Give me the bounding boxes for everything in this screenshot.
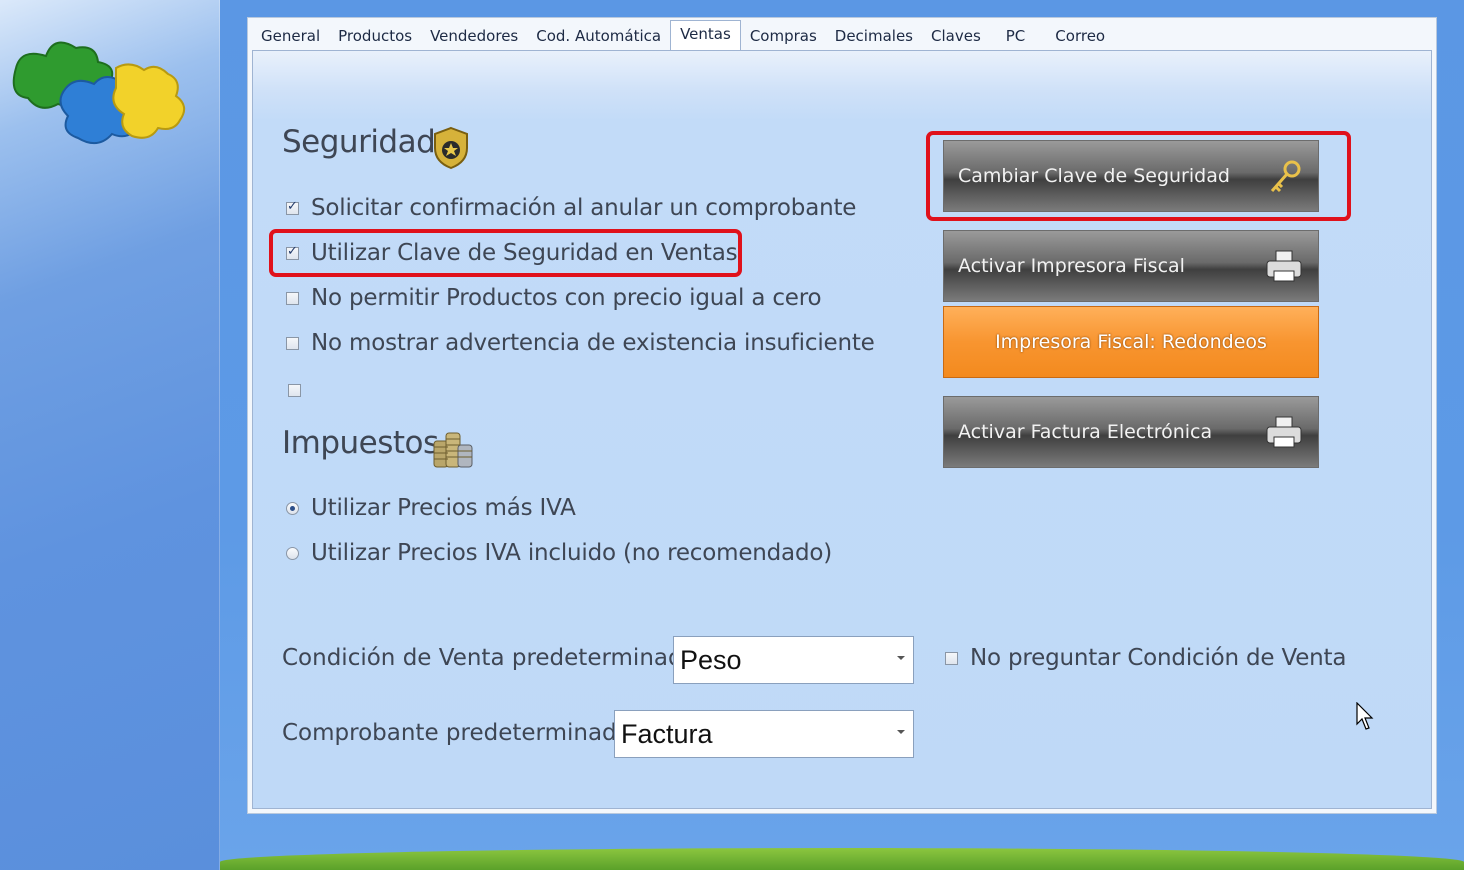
impuestos-heading: Impuestos	[282, 425, 439, 461]
tab-vendedores[interactable]: Vendedores	[421, 24, 527, 51]
chevron-down-icon[interactable]	[897, 730, 905, 734]
activar-factura-electronica-button[interactable]: Activar Factura Electrónica	[943, 396, 1319, 468]
activar-impresora-fiscal-button[interactable]: Activar Impresora Fiscal	[943, 230, 1319, 302]
chevron-down-icon[interactable]	[897, 656, 905, 660]
option-label: No mostrar advertencia de existencia ins…	[311, 330, 875, 356]
option-precio-cero[interactable]: No permitir Productos con precio igual a…	[286, 285, 822, 311]
police-badge-icon	[434, 126, 468, 170]
checkbox[interactable]	[286, 199, 299, 215]
button-label: Activar Factura Electrónica	[958, 421, 1213, 443]
option-unlabeled[interactable]	[288, 384, 313, 397]
tab-cod-automatica[interactable]: Cod. Automática	[527, 24, 670, 51]
seguridad-heading-text: Seguridad	[282, 124, 436, 160]
comprobante-select[interactable]: Factura	[614, 710, 914, 758]
option-label: No preguntar Condición de Venta	[970, 645, 1347, 671]
tab-ventas[interactable]: Ventas	[670, 20, 741, 52]
highlight-clave-seguridad	[269, 229, 742, 277]
select-value: Factura	[621, 718, 713, 749]
mouse-cursor-icon	[1356, 702, 1374, 730]
button-label: Activar Impresora Fiscal	[958, 255, 1185, 277]
checkbox[interactable]	[286, 291, 299, 305]
condicion-venta-select[interactable]: Peso	[673, 636, 914, 684]
comprobante-label: Comprobante predeterminado	[282, 720, 631, 746]
radio-button[interactable]	[286, 546, 299, 560]
checkbox[interactable]	[288, 384, 301, 397]
puzzle-logo-icon	[12, 41, 186, 145]
checkbox[interactable]	[286, 336, 299, 350]
impuestos-heading-text: Impuestos	[282, 425, 439, 461]
printer-icon	[1266, 250, 1302, 282]
option-precios-iva-incluido[interactable]: Utilizar Precios IVA incluido (no recome…	[286, 540, 832, 566]
tab-productos[interactable]: Productos	[329, 24, 421, 51]
option-label: No permitir Productos con precio igual a…	[311, 285, 822, 311]
condicion-venta-label: Condición de Venta predeterminada	[282, 645, 697, 671]
tab-general[interactable]: General	[252, 24, 329, 51]
option-precios-mas-iva[interactable]: Utilizar Precios más IVA	[286, 495, 576, 521]
tab-correo[interactable]: Correo	[1041, 24, 1114, 51]
option-label: Utilizar Precios más IVA	[311, 495, 576, 521]
option-label: Solicitar confirmación al anular un comp…	[311, 195, 857, 221]
impresora-fiscal-redondeos-button[interactable]: Impresora Fiscal: Redondeos	[943, 306, 1319, 378]
option-no-preguntar-condicion[interactable]: No preguntar Condición de Venta	[945, 645, 1346, 671]
tab-compras[interactable]: Compras	[741, 24, 826, 51]
tab-claves[interactable]: Claves	[922, 24, 990, 51]
seguridad-heading: Seguridad	[282, 124, 436, 160]
tab-strip: General Productos Vendedores Cod. Automá…	[252, 20, 1114, 52]
highlight-cambiar-clave	[926, 131, 1351, 221]
option-advertencia-existencia[interactable]: No mostrar advertencia de existencia ins…	[286, 330, 875, 356]
checkbox[interactable]	[945, 651, 958, 665]
option-label: Utilizar Precios IVA incluido (no recome…	[311, 540, 832, 566]
button-label: Impresora Fiscal: Redondeos	[995, 331, 1267, 353]
printer-icon	[1266, 416, 1302, 448]
coins-icon	[433, 432, 473, 468]
select-value: Peso	[680, 644, 742, 675]
radio-button[interactable]	[286, 501, 299, 515]
option-confirmar-anular[interactable]: Solicitar confirmación al anular un comp…	[286, 195, 856, 221]
tab-pc[interactable]: PC	[990, 24, 1042, 51]
tab-decimales[interactable]: Decimales	[826, 24, 922, 51]
grass-decoration	[220, 848, 1464, 870]
